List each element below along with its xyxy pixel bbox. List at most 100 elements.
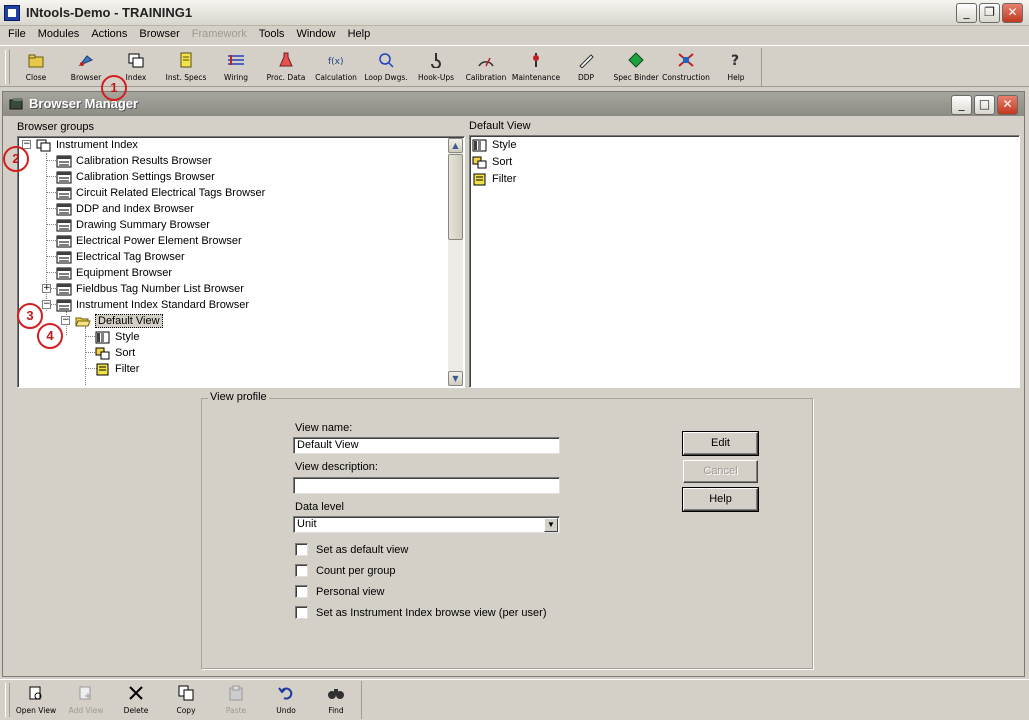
toolbar-spec-binder-button[interactable]: Spec Binder	[611, 48, 661, 86]
tree-item[interactable]: Circuit Related Electrical Tags Browser	[56, 185, 265, 201]
collapse-standard-browser[interactable]: −	[42, 300, 51, 309]
menu-browser[interactable]: Browser	[133, 26, 185, 45]
expand-fieldbus[interactable]: +	[42, 284, 51, 293]
tree-item-style[interactable]: Style	[95, 329, 139, 345]
list-item-style[interactable]: Style	[472, 137, 516, 153]
toolbar-calibration-button[interactable]: Calibration	[461, 48, 511, 86]
toolbar-maintenance-button[interactable]: Maintenance	[511, 48, 561, 86]
app-icon	[4, 5, 20, 21]
menu-tools[interactable]: Tools	[253, 26, 291, 45]
menu-window[interactable]: Window	[290, 26, 341, 45]
tree-item[interactable]: Electrical Power Element Browser	[56, 233, 242, 249]
tree-item[interactable]: Calibration Settings Browser	[56, 169, 215, 185]
collapse-default-view[interactable]: −	[61, 316, 70, 325]
personal-view-checkbox[interactable]: Personal view	[295, 585, 384, 598]
folder-close-icon	[27, 51, 45, 69]
child-maximize-button[interactable]: □	[974, 95, 995, 115]
menu-bar: File Modules Actions Browser Framework T…	[0, 26, 1029, 45]
browser-manager-icon	[9, 97, 25, 114]
tree-item[interactable]: Calibration Results Browser	[56, 153, 212, 169]
help-button[interactable]: Help	[683, 488, 758, 511]
tree-item-filter[interactable]: Filter	[95, 361, 139, 377]
view-actions-toolbar: Open View Add View Delete Copy Paste Und…	[3, 681, 362, 719]
browser-manager-title-bar: Browser Manager _ □ ✕	[3, 92, 1024, 116]
copy-icon	[177, 684, 195, 702]
browser-grid-icon	[56, 186, 72, 200]
browser-grid-icon	[56, 266, 72, 280]
menu-file[interactable]: File	[2, 26, 32, 45]
browser-grid-icon	[56, 250, 72, 264]
menu-modules[interactable]: Modules	[32, 26, 86, 45]
binder-icon	[627, 51, 645, 69]
restore-button[interactable]: ❐	[979, 3, 1000, 23]
tree-item[interactable]: Fieldbus Tag Number List Browser	[56, 281, 244, 297]
tree-item-instrument-index[interactable]: Instrument Index	[36, 137, 138, 153]
find-button[interactable]: Find	[311, 681, 361, 719]
toolbar-help-button[interactable]: ? Help	[711, 48, 761, 86]
toolbar-hook-ups-button[interactable]: Hook-Ups	[411, 48, 461, 86]
view-name-label: View name:	[295, 422, 353, 434]
tree-item[interactable]: Instrument Index Standard Browser	[56, 297, 249, 313]
tree-item-default-view[interactable]: Default View	[75, 313, 163, 329]
tree-item[interactable]: DDP and Index Browser	[56, 201, 194, 217]
spec-sheet-icon	[177, 51, 195, 69]
data-level-label: Data level	[295, 501, 344, 513]
minimize-button[interactable]: _	[956, 3, 977, 23]
undo-button[interactable]: Undo	[261, 681, 311, 719]
list-item-filter[interactable]: Filter	[472, 171, 516, 187]
menu-help[interactable]: Help	[342, 26, 377, 45]
toolbar-loop-dwgs-button[interactable]: Loop Dwgs.	[361, 48, 411, 86]
toolbar-proc-data-button[interactable]: Proc. Data	[261, 48, 311, 86]
browser-groups-label: Browser groups	[17, 121, 95, 133]
toolbar-calculation-button[interactable]: f(x) Calculation	[311, 48, 361, 86]
default-view-label: Default View	[469, 120, 531, 132]
construction-icon	[677, 51, 695, 69]
set-default-view-checkbox[interactable]: Set as default view	[295, 543, 408, 556]
view-name-input[interactable]: Default View	[293, 437, 560, 454]
sort-icon	[95, 346, 111, 360]
cancel-button: Cancel	[683, 460, 758, 483]
calibration-icon	[477, 51, 495, 69]
edit-button[interactable]: Edit	[683, 432, 758, 455]
toolbar-wiring-button[interactable]: Wiring	[211, 48, 261, 86]
find-icon	[327, 684, 345, 702]
delete-button[interactable]: Delete	[111, 681, 161, 719]
data-level-select[interactable]: Unit ▼	[293, 516, 560, 533]
tree-item[interactable]: Electrical Tag Browser	[56, 249, 185, 265]
copy-button[interactable]: Copy	[161, 681, 211, 719]
tree-item-sort[interactable]: Sort	[95, 345, 135, 361]
title-bar: INtools-Demo - TRAINING1 _ ❐ ✕	[0, 0, 1029, 26]
paste-button: Paste	[211, 681, 261, 719]
instrument-index-browse-view-checkbox[interactable]: Set as Instrument Index browse view (per…	[295, 606, 546, 619]
view-profile-title: View profile	[208, 391, 269, 403]
loop-drawing-icon	[377, 51, 395, 69]
main-toolbar: Close Browser Index Inst. Specs Wiring P…	[0, 45, 1029, 87]
child-minimize-button[interactable]: _	[951, 95, 972, 115]
toolbar-close-button[interactable]: Close	[11, 48, 61, 86]
close-button[interactable]: ✕	[1002, 3, 1023, 23]
scroll-down-button[interactable]: ▼	[448, 371, 463, 386]
scroll-up-button[interactable]: ▲	[448, 138, 463, 153]
sort-icon	[472, 155, 488, 169]
hookup-icon	[427, 51, 445, 69]
tree-item[interactable]: Equipment Browser	[56, 265, 172, 281]
chevron-down-icon[interactable]: ▼	[544, 518, 558, 532]
browser-grid-icon	[56, 202, 72, 216]
menu-actions[interactable]: Actions	[85, 26, 133, 45]
scroll-thumb[interactable]	[448, 154, 463, 240]
bottom-toolbar: Open View Add View Delete Copy Paste Und…	[0, 679, 1029, 720]
toolbar-construction-button[interactable]: Construction	[661, 48, 711, 86]
list-item-sort[interactable]: Sort	[472, 154, 512, 170]
tree-item[interactable]: Drawing Summary Browser	[56, 217, 210, 233]
toolbar-inst-specs-button[interactable]: Inst. Specs	[161, 48, 211, 86]
browser-groups-tree[interactable]: − Instrument Index Calibration Results B…	[17, 136, 465, 388]
svg-text:f(x): f(x)	[328, 57, 344, 67]
toolbar-ddp-button[interactable]: DDP	[561, 48, 611, 86]
annotation-4: 4	[37, 323, 63, 349]
default-view-list[interactable]: Style Sort Filter	[469, 135, 1020, 388]
open-view-button[interactable]: Open View	[11, 681, 61, 719]
count-per-group-checkbox[interactable]: Count per group	[295, 564, 396, 577]
view-description-input[interactable]	[293, 477, 560, 494]
tree-scrollbar[interactable]: ▲ ▼	[448, 138, 463, 386]
child-close-button[interactable]: ✕	[997, 95, 1018, 115]
